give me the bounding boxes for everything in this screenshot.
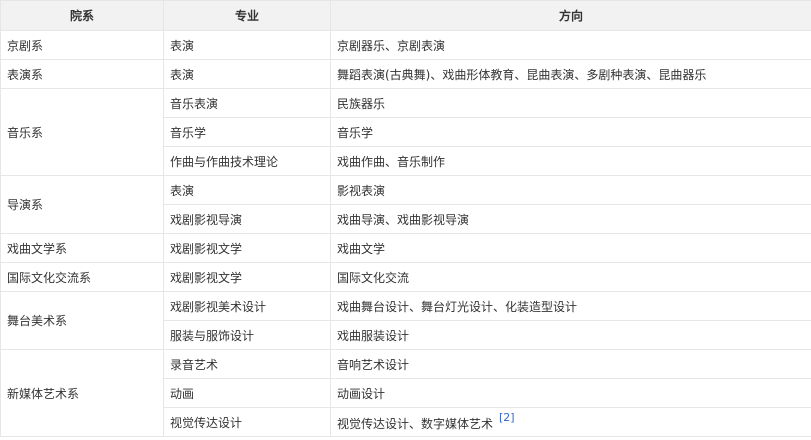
direction-cell: 戏曲作曲、音乐制作 <box>330 146 811 176</box>
major-cell: 动画 <box>163 378 331 408</box>
department-cell: 导演系 <box>0 175 164 234</box>
direction-cell: 音乐学 <box>330 117 811 147</box>
direction-cell: 音响艺术设计 <box>330 349 811 379</box>
table-row: 音乐系 音乐表演 民族器乐 <box>0 88 811 176</box>
department-cell: 国际文化交流系 <box>0 262 164 292</box>
table-row: 国际文化交流系 戏剧影视文学 国际文化交流 <box>0 262 811 292</box>
direction-cell: 民族器乐 <box>330 88 811 118</box>
table-row: 戏曲文学系 戏剧影视文学 戏曲文学 <box>0 233 811 263</box>
table-row: 新媒体艺术系 录音艺术 音响艺术设计 <box>0 349 811 437</box>
table-row: 导演系 表演 影视表演 <box>0 175 811 234</box>
department-cell: 戏曲文学系 <box>0 233 164 263</box>
major-cell: 表演 <box>163 175 331 205</box>
major-cell: 戏剧影视文学 <box>163 262 331 292</box>
direction-cell: 动画设计 <box>330 378 811 408</box>
header-department: 院系 <box>0 0 164 31</box>
department-cell: 音乐系 <box>0 88 164 176</box>
majors-table: 院系 专业 方向 京剧系 表演 京剧器乐、京剧表演 表演系 表演 舞蹈表演(古典… <box>0 0 811 437</box>
major-cell: 录音艺术 <box>163 349 331 379</box>
major-cell: 视觉传达设计 <box>163 407 331 437</box>
major-cell: 音乐表演 <box>163 88 331 118</box>
direction-cell: 国际文化交流 <box>330 262 811 292</box>
direction-text: 视觉传达设计、数字媒体艺术 <box>337 416 494 431</box>
major-cell: 戏剧影视文学 <box>163 233 331 263</box>
table-row: 表演系 表演 舞蹈表演(古典舞)、戏曲形体教育、昆曲表演、多剧种表演、昆曲器乐 <box>0 59 811 89</box>
major-cell: 作曲与作曲技术理论 <box>163 146 331 176</box>
major-cell: 表演 <box>163 59 331 89</box>
major-cell: 表演 <box>163 30 331 60</box>
department-cell: 舞台美术系 <box>0 291 164 350</box>
direction-cell: 京剧器乐、京剧表演 <box>330 30 811 60</box>
direction-cell: 视觉传达设计、数字媒体艺术 [2] <box>330 407 811 437</box>
header-direction: 方向 <box>330 0 811 31</box>
table-row: 京剧系 表演 京剧器乐、京剧表演 <box>0 30 811 60</box>
department-cell: 新媒体艺术系 <box>0 349 164 437</box>
department-cell: 京剧系 <box>0 30 164 60</box>
direction-cell: 戏曲服装设计 <box>330 320 811 350</box>
table-row: 舞台美术系 戏剧影视美术设计 戏曲舞台设计、舞台灯光设计、化装造型设计 <box>0 291 811 350</box>
direction-cell: 戏曲文学 <box>330 233 811 263</box>
header-major: 专业 <box>163 0 331 31</box>
header-row: 院系 专业 方向 <box>0 0 811 31</box>
department-cell: 表演系 <box>0 59 164 89</box>
reference-link[interactable]: [2] <box>499 411 515 424</box>
major-cell: 服装与服饰设计 <box>163 320 331 350</box>
major-cell: 音乐学 <box>163 117 331 147</box>
direction-cell: 戏曲导演、戏曲影视导演 <box>330 204 811 234</box>
major-cell: 戏剧影视美术设计 <box>163 291 331 321</box>
direction-cell: 戏曲舞台设计、舞台灯光设计、化装造型设计 <box>330 291 811 321</box>
direction-cell: 影视表演 <box>330 175 811 205</box>
direction-cell: 舞蹈表演(古典舞)、戏曲形体教育、昆曲表演、多剧种表演、昆曲器乐 <box>330 59 811 89</box>
major-cell: 戏剧影视导演 <box>163 204 331 234</box>
